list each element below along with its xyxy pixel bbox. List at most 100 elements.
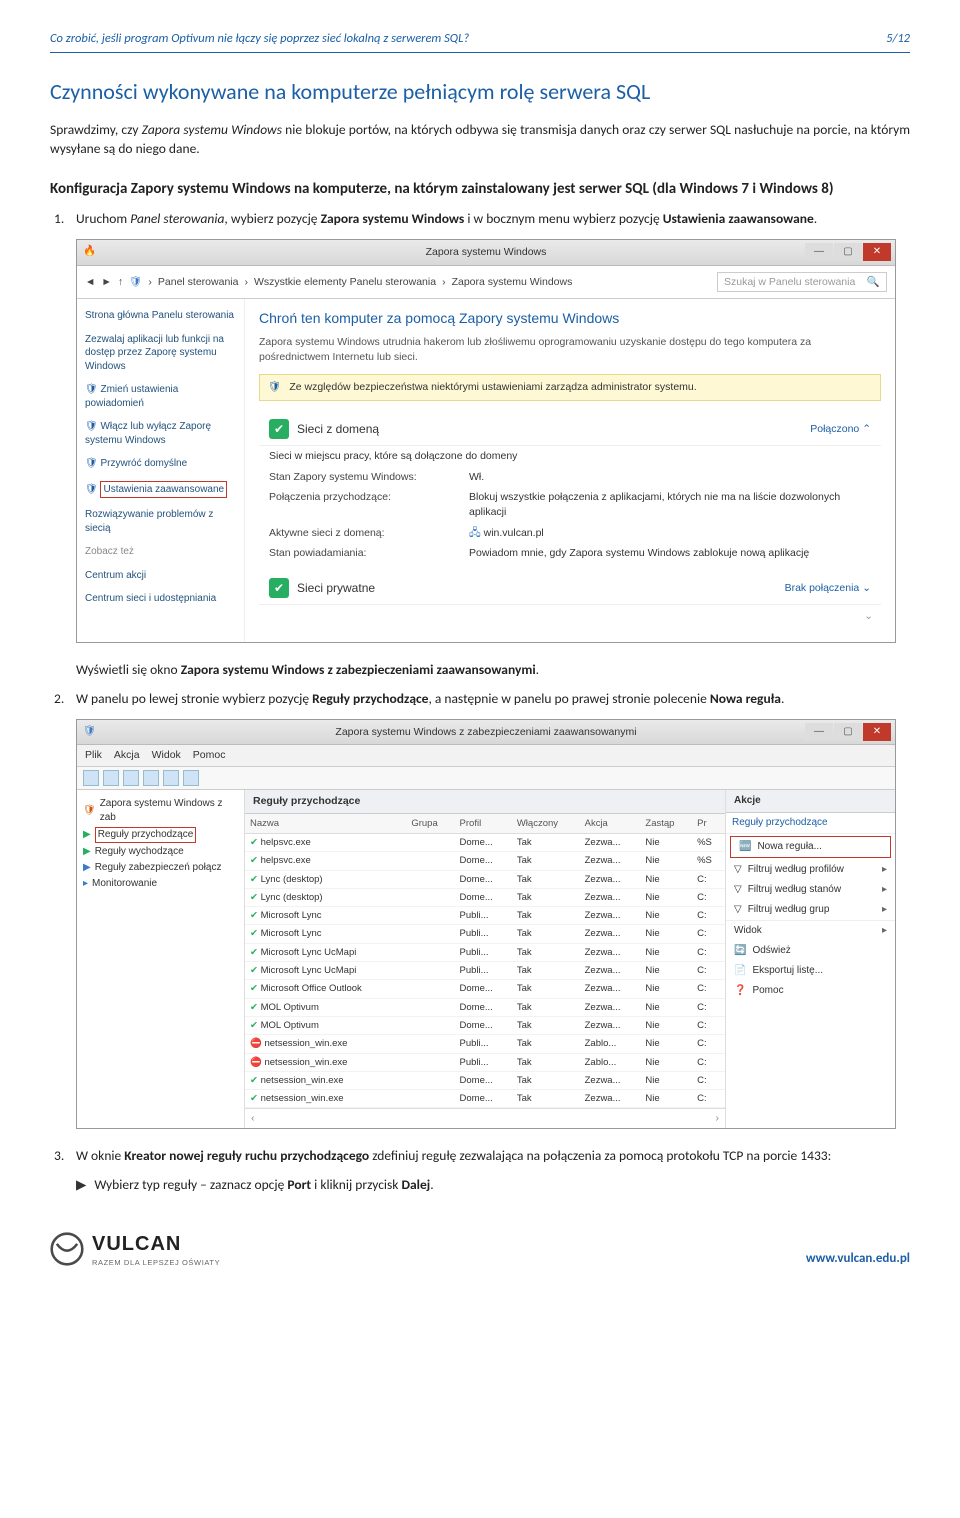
table-row[interactable]: ✔ netsession_win.exeDome...TakZezwa...Ni… [245, 1071, 725, 1089]
scroll-right-icon[interactable]: › [716, 1111, 720, 1126]
tree-connsec[interactable]: ▶Reguły zabezpieczeń połącz [83, 860, 238, 876]
col-enabled[interactable]: Włączony [512, 814, 580, 834]
intro-paragraph: Sprawdzimy, czy Zapora systemu Windows n… [50, 121, 910, 159]
side-link[interactable]: Centrum sieci i udostępniania [85, 592, 236, 606]
refresh-icon[interactable] [163, 770, 179, 786]
t: . [536, 661, 539, 678]
t: . [781, 690, 784, 707]
fwd-icon[interactable]: ► [101, 275, 111, 290]
menu-help[interactable]: Pomoc [193, 748, 226, 763]
side-link-advanced-highlighted[interactable]: Ustawienia zaawansowane [100, 481, 227, 499]
nav-back-icon[interactable] [83, 770, 99, 786]
col-profile[interactable]: Profil [455, 814, 512, 834]
t: Reguły przychodzące [95, 827, 197, 843]
domain-network-row[interactable]: ✔Sieci z domeną Połączono ⌃ [259, 413, 881, 446]
tree-root[interactable]: 🛡Zapora systemu Windows z zab [83, 796, 238, 826]
action-filter-state[interactable]: ▽Filtruj według stanów▸ [726, 880, 895, 900]
up-icon[interactable]: ↑ [118, 275, 123, 290]
search-input[interactable]: Szukaj w Panelu sterowania 🔍 [717, 272, 887, 293]
step-1: Uruchom Panel sterowania, wybierz pozycj… [50, 210, 910, 229]
tree-monitoring[interactable]: ▸Monitorowanie [83, 876, 238, 892]
row-status: Brak połączenia [785, 582, 860, 594]
t: . [814, 210, 817, 227]
t: Port [287, 1176, 311, 1193]
kv-key: Stan powiadamiania: [269, 546, 469, 561]
menu-action[interactable]: Akcja [114, 748, 140, 763]
t: Nowa reguła [710, 690, 781, 707]
col-pr[interactable]: Pr [692, 814, 725, 834]
crumb-item[interactable]: Wszystkie elementy Panelu sterowania [254, 275, 436, 290]
close-button[interactable]: ✕ [863, 243, 891, 261]
action-view[interactable]: Widok▸ [726, 920, 895, 941]
back-icon[interactable]: ◄ [85, 275, 95, 290]
allow-icon: ✔ [250, 1020, 258, 1031]
kv-key: Aktywne sieci z domeną: [269, 526, 469, 541]
allow-icon: ✔ [250, 1002, 258, 1013]
kv-val: Blokuj wszystkie połączenia z aplikacjam… [469, 490, 871, 519]
t: . [430, 1176, 433, 1193]
allow-icon: ✔ [250, 1093, 258, 1104]
col-override[interactable]: Zastąp [640, 814, 692, 834]
step-3: W oknie Kreator nowej reguły ruchu przyc… [50, 1147, 910, 1166]
action-help[interactable]: ❓Pomoc [726, 981, 895, 1001]
allow-icon: ✔ [250, 965, 258, 976]
minimize-button[interactable]: — [805, 243, 833, 261]
col-action[interactable]: Akcja [580, 814, 641, 834]
side-link[interactable]: Centrum akcji [85, 569, 236, 583]
tree-outbound[interactable]: ▶Reguły wychodzące [83, 844, 238, 860]
table-row[interactable]: ✔ Lync (desktop)Dome...TakZezwa...NieC: [245, 888, 725, 906]
tool-icon[interactable] [143, 770, 159, 786]
minimize-button[interactable]: — [805, 723, 833, 741]
menu-view[interactable]: Widok [152, 748, 181, 763]
allow-icon: ✔ [250, 910, 258, 921]
table-row[interactable]: ✔ helpsvc.exeDome...TakZezwa...Nie%S [245, 833, 725, 851]
page-header: Co zrobić, jeśli program Optivum nie łąc… [50, 30, 910, 53]
table-row[interactable]: ✔ helpsvc.exeDome...TakZezwa...Nie%S [245, 852, 725, 870]
action-filter-group[interactable]: ▽Filtruj według grup▸ [726, 900, 895, 920]
allow-icon: ✔ [250, 1075, 258, 1086]
table-row[interactable]: ✔ Microsoft Office OutlookDome...TakZezw… [245, 980, 725, 998]
col-name[interactable]: Nazwa [245, 814, 406, 834]
window-titlebar: 🛡 Zapora systemu Windows z zabezpieczeni… [77, 720, 895, 746]
firewall-icon: 🛡 [129, 275, 142, 290]
table-row[interactable]: ✔ MOL OptivumDome...TakZezwa...NieC: [245, 998, 725, 1016]
crumb-item[interactable]: Panel sterowania [158, 275, 239, 290]
side-link[interactable]: Rozwiązywanie problemów z siecią [85, 508, 236, 535]
col-group[interactable]: Grupa [406, 814, 454, 834]
search-icon: 🔍 [867, 275, 880, 290]
action-filter-profile[interactable]: ▽Filtruj według profilów▸ [726, 860, 895, 880]
t: Zapora systemu Windows z zab [100, 797, 238, 825]
table-row[interactable]: ✔ Microsoft Lync UcMapiPubli...TakZezwa.… [245, 943, 725, 961]
table-row[interactable]: ⛔ netsession_win.exePubli...TakZablo...N… [245, 1035, 725, 1053]
tool-icon[interactable] [123, 770, 139, 786]
menu-file[interactable]: Plik [85, 748, 102, 763]
maximize-button[interactable]: ▢ [834, 243, 862, 261]
action-new-rule-highlighted[interactable]: 🆕Nowa reguła... [730, 836, 891, 858]
tree-panel: 🛡Zapora systemu Windows z zab ▶Reguły pr… [77, 790, 245, 1128]
table-row[interactable]: ✔ Microsoft LyncPubli...TakZezwa...NieC: [245, 907, 725, 925]
table-row[interactable]: ⛔ netsession_win.exePubli...TakZablo...N… [245, 1053, 725, 1071]
table-row[interactable]: ✔ Lync (desktop)Dome...TakZezwa...NieC: [245, 870, 725, 888]
side-link[interactable]: Strona główna Panelu sterowania [85, 309, 236, 323]
help-icon[interactable] [183, 770, 199, 786]
side-link[interactable]: Przywróć domyślne [100, 458, 187, 469]
action-refresh[interactable]: 🔄Odśwież [726, 941, 895, 961]
table-row[interactable]: ✔ netsession_win.exeDome...TakZezwa...Ni… [245, 1090, 725, 1108]
side-link[interactable]: Włącz lub wyłącz Zaporę systemu Windows [85, 421, 211, 446]
table-row[interactable]: ✔ Microsoft LyncPubli...TakZezwa...NieC: [245, 925, 725, 943]
table-row[interactable]: ✔ MOL OptivumDome...TakZezwa...NieC: [245, 1016, 725, 1034]
nav-fwd-icon[interactable] [103, 770, 119, 786]
close-button[interactable]: ✕ [863, 723, 891, 741]
tree-inbound-highlighted[interactable]: ▶Reguły przychodzące [83, 826, 238, 844]
table-row[interactable]: ✔ Microsoft Lync UcMapiPubli...TakZezwa.… [245, 962, 725, 980]
action-export[interactable]: 📄Eksportuj listę... [726, 961, 895, 981]
private-network-row[interactable]: ✔Sieci prywatne Brak połączenia ⌄ [259, 572, 881, 605]
crumb-item[interactable]: Zapora systemu Windows [452, 275, 573, 290]
side-link[interactable]: Zezwalaj aplikacji lub funkcji na dostęp… [85, 333, 236, 374]
screenshot-advanced-firewall: 🛡 Zapora systemu Windows z zabezpieczeni… [76, 719, 896, 1130]
scroll-left-icon[interactable]: ‹ [251, 1111, 255, 1126]
t: Pomoc [752, 984, 783, 998]
maximize-button[interactable]: ▢ [834, 723, 862, 741]
footer-url: www.vulcan.edu.pl [806, 1250, 910, 1268]
chevron-right-icon: ▸ [882, 863, 887, 877]
